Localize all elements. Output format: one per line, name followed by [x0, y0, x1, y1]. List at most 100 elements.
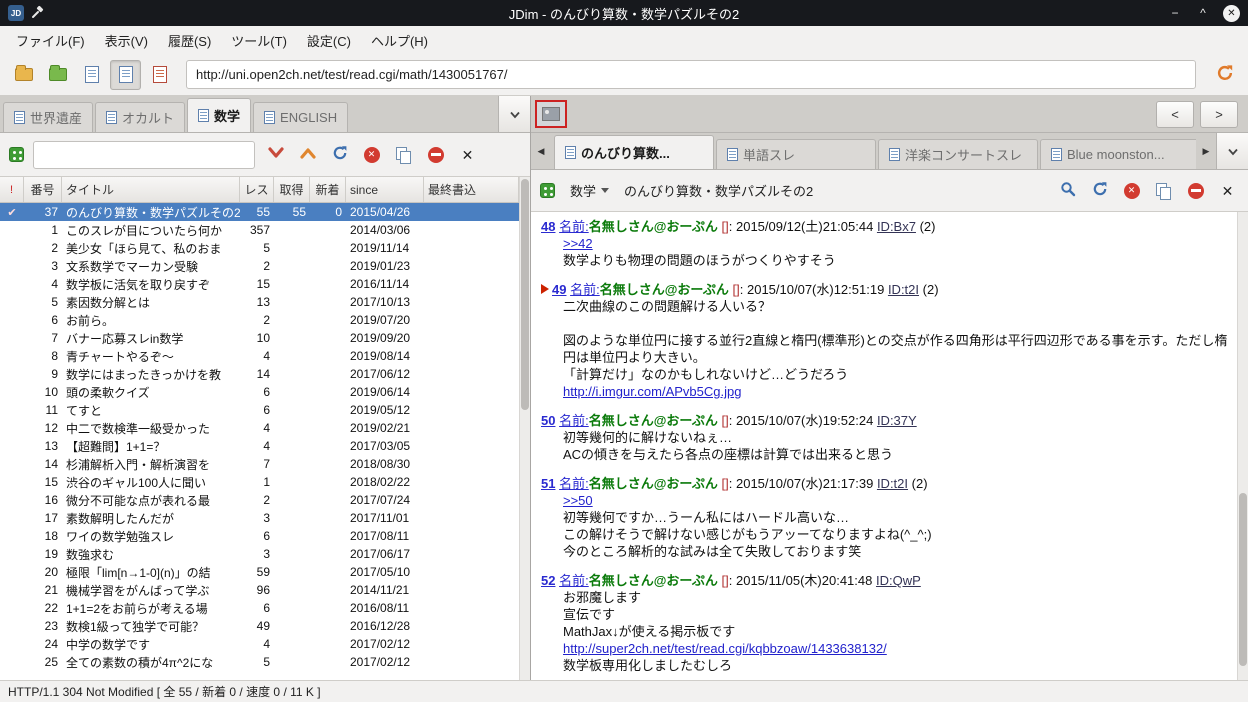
column-header[interactable]: since [346, 177, 424, 202]
column-header[interactable]: 番号 [24, 177, 62, 202]
board-close-button[interactable]: ✕ [456, 144, 479, 166]
column-header[interactable]: ! [0, 177, 24, 202]
menu-item[interactable]: 履歴(S) [158, 27, 221, 54]
table-row[interactable]: 14 杉浦解析入門・解析演習を 7 2018/08/30 [0, 455, 519, 473]
thread-view-button[interactable] [110, 59, 141, 90]
tab[interactable]: オカルト [95, 102, 186, 132]
table-row[interactable]: 24 中学の数学です 4 2017/02/12 [0, 635, 519, 653]
thread-search-button[interactable] [1056, 180, 1079, 202]
thread-scrollbar[interactable] [1237, 212, 1248, 680]
maximize-button[interactable]: ^ [1195, 6, 1211, 20]
table-row[interactable]: 19 数強求む 3 2017/06/17 [0, 545, 519, 563]
thread-close-button[interactable]: ✕ [1216, 180, 1239, 202]
image-next-button[interactable]: > [1200, 100, 1238, 128]
table-row[interactable]: 20 極限「lim[n→1-0](n)」の結 59 2017/05/10 [0, 563, 519, 581]
minimize-button[interactable]: − [1167, 6, 1183, 20]
table-row[interactable]: 15 渋谷のギャル100人に聞い 1 2018/02/22 [0, 473, 519, 491]
post-number-link[interactable]: 48 [541, 219, 555, 234]
image-prev-button[interactable]: < [1156, 100, 1194, 128]
poster-id-link[interactable]: ID:Bx7 [877, 219, 916, 234]
board-search-input[interactable] [33, 140, 255, 169]
poster-id-link[interactable]: ID:37Y [877, 413, 917, 428]
board-copy-button[interactable] [392, 144, 415, 166]
column-header[interactable]: タイトル [62, 177, 240, 202]
name-link[interactable]: 名前: [559, 219, 589, 234]
table-row[interactable]: 2 美少女「ほら見て、私のおま 5 2019/11/14 [0, 239, 519, 257]
search-up-button[interactable] [296, 144, 319, 166]
table-row[interactable]: 7 バナー応募スレin数学 10 2019/09/20 [0, 329, 519, 347]
table-row[interactable]: 4 数学板に活気を取り戻すぞ 15 2016/11/14 [0, 275, 519, 293]
table-row[interactable]: 16 微分不可能な点が表れる最 2 2017/07/24 [0, 491, 519, 509]
close-button[interactable]: ✕ [1223, 4, 1240, 22]
titlebar[interactable]: JD JDim - のんびり算数・数学パズルその2 − ^ ✕ [0, 0, 1248, 26]
table-row[interactable]: 3 文系数学でマーカン受験 2 2019/01/23 [0, 257, 519, 275]
tab[interactable]: のんびり算数... [554, 135, 714, 169]
thread-scrollbar-thumb[interactable] [1239, 492, 1247, 666]
menu-item[interactable]: ヘルプ(H) [361, 27, 438, 54]
board-reload-button[interactable] [328, 144, 351, 166]
board-delete-log-button[interactable] [424, 144, 447, 166]
table-row[interactable]: 6 お前ら。 2 2019/07/20 [0, 311, 519, 329]
table-row[interactable]: 5 素因数分解とは 13 2017/10/13 [0, 293, 519, 311]
table-row[interactable]: 13 【超難問】1+1=？ 4 2017/03/05 [0, 437, 519, 455]
res-anchor-link[interactable]: >>42 [563, 236, 593, 251]
table-row[interactable]: ✔ 37 のんびり算数・数学パズルその2 55 55 0 2015/04/26 [0, 203, 519, 221]
favorites-button[interactable] [42, 60, 73, 90]
image-tab[interactable] [535, 100, 567, 128]
tab[interactable]: 洋楽コンサートスレ [878, 139, 1038, 169]
image-view-button[interactable] [144, 60, 175, 90]
thread-delete-log-button[interactable] [1184, 180, 1207, 202]
table-row[interactable]: 1 このスレが目についたら何か 357 2014/03/06 [0, 221, 519, 239]
table-row[interactable]: 10 頭の柔軟クイズ 6 2019/06/14 [0, 383, 519, 401]
menu-item[interactable]: 設定(C) [297, 27, 361, 54]
menu-item[interactable]: ツール(T) [221, 27, 297, 54]
url-link[interactable]: http://super2ch.net/test/read.cgi/kqbbzo… [563, 641, 887, 656]
name-link[interactable]: 名前: [559, 476, 589, 491]
poster-id-link[interactable]: ID:QwP [876, 573, 921, 588]
table-row[interactable]: 17 素数解明したんだが 3 2017/11/01 [0, 509, 519, 527]
board-scrollbar[interactable] [519, 177, 530, 680]
poster-id-link[interactable]: ID:t2I [888, 282, 919, 297]
tab[interactable]: 単語スレ [716, 139, 876, 169]
column-header[interactable]: 取得 [274, 177, 310, 202]
table-row[interactable]: 12 中二で数検準一級受かった 4 2019/02/21 [0, 419, 519, 437]
table-row[interactable]: 25 全ての素数の積が4π^2にな 5 2017/02/12 [0, 653, 519, 671]
tab[interactable]: Blue moonston... [1040, 139, 1196, 169]
thread-copy-button[interactable] [1152, 180, 1175, 202]
table-row[interactable]: 11 てすと 6 2019/05/12 [0, 401, 519, 419]
tab[interactable]: 世界遺産 [3, 102, 94, 132]
menu-item[interactable]: 表示(V) [95, 27, 158, 54]
url-open-button[interactable] [1209, 60, 1240, 90]
table-row[interactable]: 18 ワイの数学勉強スレ 6 2017/08/11 [0, 527, 519, 545]
name-link[interactable]: 名前: [559, 573, 589, 588]
board-select[interactable]: 数学 [564, 178, 615, 203]
tab-scroll-left-button[interactable]: ◀ [531, 133, 551, 169]
tab[interactable]: 数学 [187, 98, 252, 132]
post-number-link[interactable]: 52 [541, 573, 555, 588]
search-down-button[interactable] [264, 144, 287, 166]
menu-item[interactable]: ファイル(F) [6, 27, 95, 54]
res-anchor-link[interactable]: >>50 [563, 493, 593, 508]
table-row[interactable]: 21 機械学習をがんばって学ぶ 96 2014/11/21 [0, 581, 519, 599]
name-link[interactable]: 名前: [559, 413, 589, 428]
thread-reload-button[interactable] [1088, 180, 1111, 202]
thread-tab-list-button[interactable] [1216, 133, 1248, 169]
table-row[interactable]: 9 数学にはまったきっかけを教 14 2017/06/12 [0, 365, 519, 383]
boardlist-button[interactable] [8, 60, 39, 90]
tab-scroll-right-button[interactable]: ▶ [1196, 133, 1216, 169]
post-number-link[interactable]: 50 [541, 413, 555, 428]
column-header[interactable]: 新着 [310, 177, 346, 202]
board-scrollbar-thumb[interactable] [521, 179, 529, 411]
url-input[interactable] [186, 60, 1196, 89]
table-row[interactable]: 23 数検1級って独学で可能？ 49 2016/12/28 [0, 617, 519, 635]
board-stop-button[interactable]: ✕ [360, 144, 383, 166]
table-row[interactable]: 8 青チャートやるぞ〜 4 2019/08/14 [0, 347, 519, 365]
board-tab-list-button[interactable] [498, 96, 530, 132]
post-number-link[interactable]: 49 [552, 282, 566, 297]
table-row[interactable]: 22 1+1=2をお前らが考える場 6 2016/08/11 [0, 599, 519, 617]
url-link[interactable]: http://i.imgur.com/APvb5Cg.jpg [563, 384, 741, 399]
column-header[interactable]: レス [240, 177, 274, 202]
tab[interactable]: ENGLISH [253, 102, 349, 132]
board-view-button[interactable] [76, 60, 107, 90]
poster-id-link[interactable]: ID:t2I [877, 476, 908, 491]
